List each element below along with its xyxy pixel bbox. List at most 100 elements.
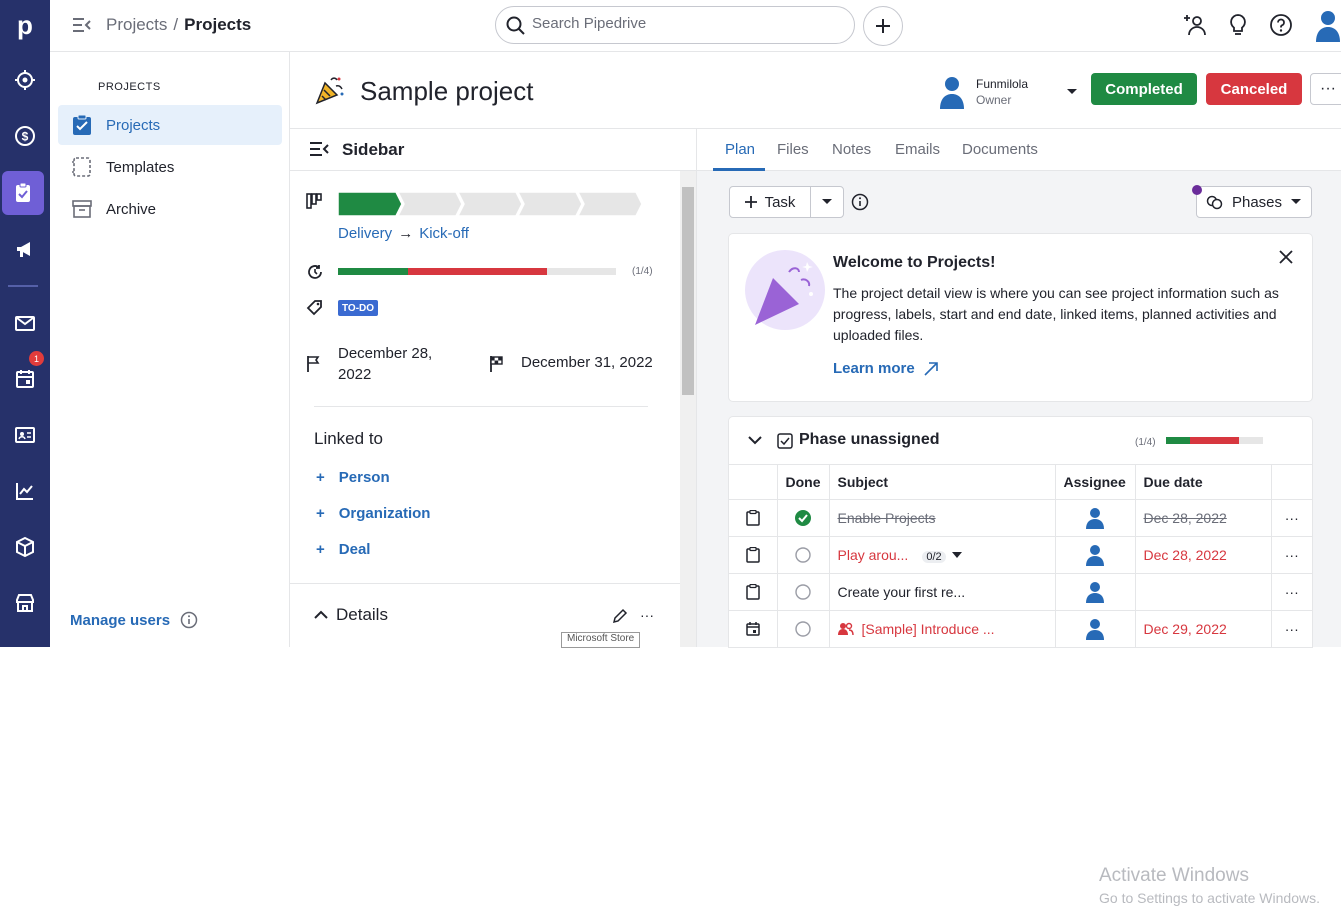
assignee-avatar[interactable]: [1055, 536, 1136, 574]
target-icon[interactable]: [0, 58, 50, 102]
sidebar-scrollbar[interactable]: [680, 171, 696, 647]
main-scrollbar[interactable]: [1325, 129, 1341, 647]
task-subject-text: Play arou...: [837, 546, 909, 563]
search-input[interactable]: [532, 15, 832, 32]
end-date[interactable]: December 31, 2022: [521, 354, 653, 371]
label-tag[interactable]: TO-DO: [338, 300, 379, 316]
nav-item-archive[interactable]: Archive: [58, 189, 282, 229]
link-person-button[interactable]: + Person: [316, 469, 390, 486]
header-assignee[interactable]: Assignee: [1055, 465, 1136, 500]
close-icon[interactable]: [1279, 250, 1293, 264]
user-avatar-icon[interactable]: [1315, 8, 1341, 42]
due-date[interactable]: Dec 29, 2022: [1135, 610, 1272, 648]
tab-plan[interactable]: Plan: [725, 141, 755, 158]
header-subject[interactable]: Subject: [829, 465, 1056, 500]
owner-name: Funmilola: [976, 77, 1029, 91]
invite-users-icon[interactable]: [1183, 13, 1209, 37]
canceled-button[interactable]: Canceled: [1206, 73, 1302, 105]
lightbulb-icon[interactable]: [1228, 13, 1248, 37]
chevron-down-icon[interactable]: [747, 435, 763, 445]
mail-icon[interactable]: [0, 301, 50, 345]
done-checkbox[interactable]: [777, 499, 830, 537]
task-subject[interactable]: [Sample] Introduce ...: [829, 610, 1056, 648]
chevron-down-icon[interactable]: [951, 551, 962, 559]
done-checkbox[interactable]: [777, 610, 830, 648]
nav-item-templates[interactable]: Templates: [58, 147, 282, 187]
box-icon[interactable]: [0, 525, 50, 569]
owner-selector[interactable]: Funmilola Owner: [938, 74, 1078, 110]
task-subject[interactable]: Create your first re...: [829, 573, 1056, 611]
megaphone-icon[interactable]: [0, 227, 50, 271]
add-task-button[interactable]: Task: [729, 186, 811, 218]
search-icon: [506, 16, 526, 36]
tab-files[interactable]: Files: [777, 141, 809, 158]
phases-button[interactable]: Phases: [1196, 186, 1312, 218]
info-icon[interactable]: [180, 611, 198, 629]
pipeline-stage[interactable]: [458, 192, 522, 216]
details-section-toggle[interactable]: Details: [314, 605, 388, 625]
collapse-sidebar-icon[interactable]: [308, 140, 330, 158]
contact-card-icon[interactable]: [0, 413, 50, 457]
breadcrumb-projects-link[interactable]: Projects: [106, 15, 167, 34]
tab-documents[interactable]: Documents: [962, 141, 1038, 158]
pipeline-stage[interactable]: [578, 192, 642, 216]
table-row[interactable]: [Sample] Introduce ... Dec 29, 2022 ···: [729, 610, 1312, 648]
add-task-dropdown[interactable]: [810, 186, 844, 218]
due-date[interactable]: Dec 28, 2022: [1135, 499, 1272, 537]
help-icon[interactable]: [1269, 13, 1293, 37]
nav-item-projects[interactable]: Projects: [58, 105, 282, 145]
assignee-avatar[interactable]: [1055, 573, 1136, 611]
header-due-date[interactable]: Due date: [1135, 465, 1272, 500]
learn-more-link[interactable]: Learn more: [833, 360, 939, 377]
pipedrive-logo[interactable]: p: [0, 0, 50, 50]
info-icon[interactable]: [851, 193, 869, 211]
pipeline-stage[interactable]: [338, 192, 402, 216]
search-box[interactable]: [495, 6, 855, 44]
clipboard-icon[interactable]: [2, 171, 44, 215]
done-checkbox[interactable]: [777, 536, 830, 574]
chart-icon[interactable]: [0, 469, 50, 513]
scrollbar-thumb[interactable]: [682, 187, 694, 395]
pipeline-stages[interactable]: [338, 192, 642, 216]
pipeline-stage[interactable]: [518, 192, 582, 216]
clipboard-icon: [729, 499, 778, 537]
tab-notes[interactable]: Notes: [832, 141, 871, 158]
linked-item-label: Organization: [338, 505, 431, 522]
task-subject[interactable]: Play arou... 0/2: [829, 536, 1056, 574]
row-more-icon[interactable]: ···: [1271, 573, 1312, 611]
tab-emails[interactable]: Emails: [895, 141, 940, 158]
edit-pencil-icon[interactable]: [612, 608, 628, 624]
quick-add-button[interactable]: [863, 6, 903, 46]
collapse-menu-icon[interactable]: [70, 14, 92, 36]
sidebar-header: Sidebar: [290, 129, 696, 171]
table-row[interactable]: Enable Projects Dec 28, 2022 ···: [729, 499, 1312, 537]
row-more-icon[interactable]: ···: [1271, 536, 1312, 574]
more-actions-button[interactable]: ···: [1310, 73, 1341, 105]
due-date[interactable]: Dec 28, 2022: [1135, 536, 1272, 574]
assignee-avatar[interactable]: [1055, 610, 1136, 648]
header-done[interactable]: Done: [777, 465, 830, 500]
due-date[interactable]: [1135, 573, 1272, 611]
table-row[interactable]: Play arou... 0/2 Dec 28, 2022 ···: [729, 536, 1312, 574]
assignee-avatar[interactable]: [1055, 499, 1136, 537]
pipeline-stage[interactable]: [398, 192, 462, 216]
table-row[interactable]: Create your first re... ···: [729, 573, 1312, 611]
row-more-icon[interactable]: ···: [1271, 610, 1312, 648]
project-title[interactable]: Sample project: [360, 76, 533, 107]
task-subject[interactable]: Enable Projects: [829, 499, 1056, 537]
link-organization-button[interactable]: + Organization: [316, 505, 430, 522]
progress-icon: [306, 263, 324, 281]
completed-button[interactable]: Completed: [1091, 73, 1197, 105]
store-icon[interactable]: [0, 581, 50, 625]
done-checkbox[interactable]: [777, 573, 830, 611]
link-deal-button[interactable]: + Deal: [316, 541, 370, 558]
row-more-icon[interactable]: ···: [1271, 499, 1312, 537]
detail-tabs: Plan Files Notes Emails Documents: [697, 129, 1341, 171]
dollar-icon[interactable]: $: [0, 114, 50, 158]
stage-link[interactable]: Delivery → Kick-off: [338, 225, 469, 242]
start-date[interactable]: December 28, 2022: [338, 343, 458, 385]
details-more-icon[interactable]: ···: [640, 607, 654, 623]
manage-users-link[interactable]: Manage users: [70, 611, 198, 629]
divider: [314, 406, 648, 407]
calendar-icon[interactable]: [0, 357, 50, 401]
